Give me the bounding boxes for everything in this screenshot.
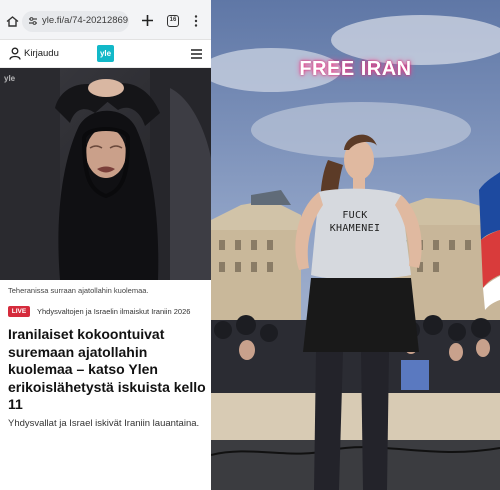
login-link[interactable]: Kirjaudu (24, 48, 59, 59)
home-icon[interactable] (6, 16, 19, 27)
mourning-woman-image (0, 68, 211, 280)
new-tab-icon[interactable] (141, 14, 154, 27)
shirt-slogan: FUCK KHAMENEI (329, 210, 381, 234)
photo-watermark: yle (4, 74, 16, 83)
url-field[interactable]: yle.fi/a/74-20212869 (22, 11, 129, 32)
tabs-count-button[interactable]: 16 (167, 15, 179, 27)
user-icon[interactable] (9, 47, 21, 60)
overlay-caption: FREE IRAN (299, 58, 412, 80)
article-headline[interactable]: Iranilaiset kokoontuivat suremaan ajatol… (8, 326, 206, 414)
protest-photo: FREE IRAN FUCK KHAMENEI (211, 0, 500, 490)
yle-logo[interactable]: yle (97, 45, 114, 62)
image-caption: Teheranissa surraan ajatollahin kuolemaa… (8, 286, 149, 295)
more-menu-icon[interactable] (194, 15, 198, 27)
article-lead: Yhdysvallat ja Israel iskivät Iraniin la… (8, 418, 200, 429)
browser-address-bar: yle.fi/a/74-20212869 16 (0, 0, 211, 40)
site-settings-icon[interactable] (28, 16, 38, 26)
topic-label[interactable]: Yhdysvaltojen ja Israelin ilmaiskut Iran… (37, 307, 190, 316)
news-article-screenshot: yle.fi/a/74-20212869 16 Kirjaudu yle yle… (0, 0, 211, 490)
url-text: yle.fi/a/74-20212869 (42, 15, 129, 26)
live-badge: LIVE (8, 306, 30, 317)
site-header: Kirjaudu yle (0, 40, 211, 68)
hamburger-menu-icon[interactable] (191, 49, 202, 59)
article-photo[interactable]: yle (0, 68, 211, 280)
